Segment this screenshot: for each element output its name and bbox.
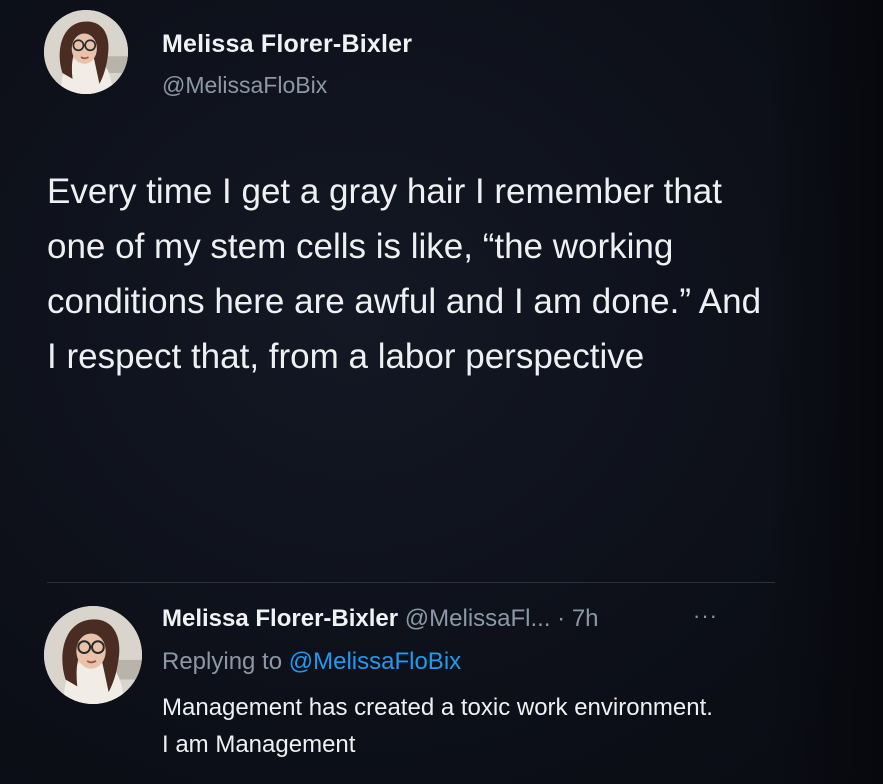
avatar-photo bbox=[44, 606, 142, 704]
reply-author-avatar[interactable] bbox=[44, 606, 142, 704]
reply-author-name[interactable]: Melissa Florer-Bixler bbox=[162, 605, 398, 632]
avatar-photo bbox=[44, 10, 128, 94]
author-avatar[interactable] bbox=[44, 10, 128, 94]
replying-to: Replying to @MelissaFloBix bbox=[162, 648, 461, 676]
reply-header: Melissa Florer-Bixler @MelissaFl... · 7h bbox=[162, 605, 599, 633]
tweet-text: Every time I get a gray hair I remember … bbox=[47, 172, 762, 376]
divider bbox=[47, 582, 775, 583]
reply-author-handle[interactable]: @MelissaFl... bbox=[405, 605, 551, 632]
author-name[interactable]: Melissa Florer-Bixler bbox=[162, 30, 412, 59]
more-options-icon[interactable]: ··· bbox=[693, 603, 718, 629]
reply-timestamp[interactable]: · 7h bbox=[557, 605, 598, 632]
screenshot-edge bbox=[768, 0, 883, 784]
reply-text: Management has created a toxic work envi… bbox=[162, 694, 713, 758]
replying-to-mention[interactable]: @MelissaFloBix bbox=[289, 648, 461, 675]
replying-to-label: Replying to bbox=[162, 648, 283, 675]
author-handle[interactable]: @MelissaFloBix bbox=[162, 72, 327, 99]
